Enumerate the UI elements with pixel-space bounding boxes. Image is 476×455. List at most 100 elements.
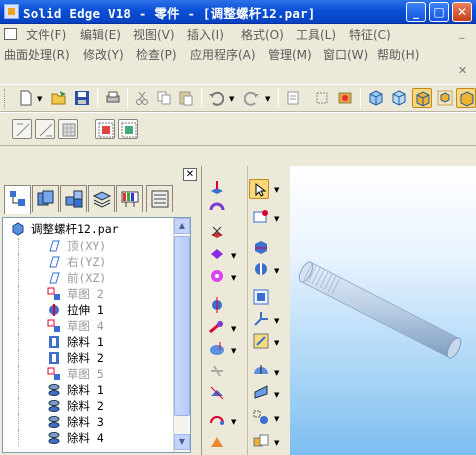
menu-bar-primary: 文件(F) 编辑(E) 视图(V) 插入(I) 格式(O) 工具(L) 特征(C… (0, 24, 476, 44)
undo-dropdown-icon[interactable]: ▼ (229, 95, 234, 103)
shaded-view-button[interactable] (412, 88, 432, 108)
scroll-thumb[interactable] (174, 236, 190, 416)
tab-layers[interactable] (88, 185, 115, 212)
feature-select-button-2[interactable] (118, 119, 138, 139)
menu-surfacing[interactable]: 曲面处理(R) (4, 46, 70, 63)
maximize-button[interactable]: □ (429, 2, 449, 22)
revolved-cutout-icon (48, 384, 60, 396)
paste-button[interactable] (176, 88, 196, 108)
scroll-down-button[interactable]: ▼ (174, 434, 190, 450)
menu-file[interactable]: 文件(F) (26, 26, 66, 43)
print-button[interactable] (103, 88, 123, 108)
feature-select-button-1[interactable] (95, 119, 115, 139)
feature-tree: 调整螺杆12.par 顶(XY) 右(YZ) 前(XZ) 草图 2 拉伸 1 草图 4 除料… (2, 217, 191, 453)
emboss-icon (253, 434, 269, 447)
menu-manage[interactable]: 管理(M) (268, 46, 312, 63)
tab-library[interactable] (32, 185, 59, 212)
minimize-button[interactable]: _ (406, 2, 426, 22)
cut-button[interactable] (132, 88, 152, 108)
menu-insert[interactable]: 插入(I) (187, 26, 224, 43)
undo-icon (209, 91, 224, 106)
menu-view[interactable]: 视图(V) (133, 26, 175, 43)
tab-family-of-parts[interactable] (60, 185, 87, 212)
paste-icon (179, 91, 193, 106)
coordinate-system-dropdown-icon[interactable]: ▼ (274, 317, 279, 325)
menu-modify[interactable]: 修改(Y) (83, 46, 124, 63)
assembly-features-dropdown-icon[interactable]: ▼ (274, 415, 279, 423)
revolved-cutout-dropdown-icon[interactable]: ▼ (231, 252, 236, 260)
feature-select-icon (121, 122, 137, 138)
scroll-up-button[interactable]: ▲ (174, 218, 190, 234)
undo-button[interactable] (206, 88, 226, 108)
close-button[interactable]: ✕ (452, 2, 472, 22)
view-iso-button[interactable] (366, 88, 386, 108)
swept-dropdown-icon[interactable]: ▼ (274, 369, 279, 377)
edgebar-close-button[interactable]: ✕ (183, 168, 197, 181)
tab-sensors[interactable] (116, 185, 143, 212)
menu-features[interactable]: 特征(C) (349, 26, 391, 43)
emboss-dropdown-icon[interactable]: ▼ (274, 439, 279, 447)
part-model-graphic[interactable] (290, 166, 476, 455)
visible-edges-icon (460, 91, 474, 107)
title-bar[interactable]: Solid Edge V18 - 零件 - [调整螺杆12.par] _ □ ✕ (0, 0, 476, 24)
select-button[interactable] (249, 179, 269, 199)
new-dropdown-icon[interactable]: ▼ (37, 95, 42, 103)
loft-dropdown-icon[interactable]: ▼ (274, 391, 279, 399)
copy-button[interactable] (154, 88, 174, 108)
select-tool-button[interactable] (312, 88, 332, 108)
new-button[interactable] (16, 88, 36, 108)
menu-tools[interactable]: 工具(L) (296, 26, 336, 43)
parallel-plane-dropdown-icon[interactable]: ▼ (274, 339, 279, 347)
tree-item-label: 除料 1 (67, 383, 104, 397)
sketch-plane-dropdown-icon[interactable]: ▼ (274, 215, 279, 223)
chamfer-dropdown-icon[interactable]: ▼ (231, 325, 236, 333)
menu-help[interactable]: 帮助(H) (377, 46, 419, 63)
hole-dropdown-icon[interactable]: ▼ (231, 274, 236, 282)
draft-dropdown-icon[interactable]: ▼ (231, 347, 236, 355)
sketch-icon (47, 287, 60, 300)
assembly-features-icon (253, 410, 268, 424)
menu-format[interactable]: 格式(O) (241, 26, 284, 43)
redo-dropdown-icon[interactable]: ▼ (265, 95, 270, 103)
loft-icon (254, 385, 268, 399)
tab-feature-pathfinder[interactable] (4, 185, 31, 214)
tree-connector (18, 318, 19, 334)
tree-item-label: 除料 1 (67, 335, 104, 349)
redo-button[interactable] (242, 88, 262, 108)
scissors-icon (136, 91, 148, 105)
paste-special-button[interactable] (283, 88, 303, 108)
toolbar-separator (97, 88, 98, 108)
graphics-viewport[interactable] (290, 166, 476, 455)
toolbar-separator (278, 88, 279, 108)
menu-edit[interactable]: 编辑(E) (80, 26, 121, 43)
select-dropdown-icon[interactable]: ▼ (274, 186, 279, 194)
tab-feature-library[interactable] (146, 185, 173, 212)
shaded-edges-button[interactable] (435, 88, 455, 108)
open-button[interactable] (49, 88, 69, 108)
document-close-button[interactable]: ✕ (458, 64, 467, 77)
tree-scrollbar[interactable]: ▲ ▼ (173, 218, 190, 452)
cutout-icon (211, 226, 223, 238)
document-icon[interactable] (4, 28, 17, 40)
tree-connector (18, 350, 19, 366)
tree-connector (18, 302, 19, 318)
render-button[interactable] (335, 88, 355, 108)
pattern-dropdown-icon[interactable]: ▼ (231, 418, 236, 426)
view-dimetric-button[interactable] (389, 88, 409, 108)
revolve-view-dropdown-icon[interactable]: ▼ (274, 267, 279, 275)
tree-item-label: 除料 3 (67, 415, 104, 429)
reference-plane-icon (49, 256, 60, 268)
menu-applications[interactable]: 应用程序(A) (190, 46, 256, 63)
sketch-tool-button-3[interactable] (58, 119, 78, 139)
sketch-tool-button-1[interactable] (12, 119, 32, 139)
sensors-icon (121, 191, 139, 207)
tree-connector (18, 254, 19, 270)
save-button[interactable] (72, 88, 92, 108)
menu-inspect[interactable]: 检查(P) (136, 46, 177, 63)
toolbar-grip[interactable] (4, 89, 7, 109)
menu-bar-secondary: 曲面处理(R) 修改(Y) 检查(P) 应用程序(A) 管理(M) 窗口(W) … (0, 44, 476, 77)
menu-window[interactable]: 窗口(W) (323, 46, 368, 63)
sketch-tool-button-2[interactable] (35, 119, 55, 139)
document-minimize-button[interactable]: _ (459, 26, 465, 39)
visible-edges-button[interactable] (456, 88, 476, 108)
